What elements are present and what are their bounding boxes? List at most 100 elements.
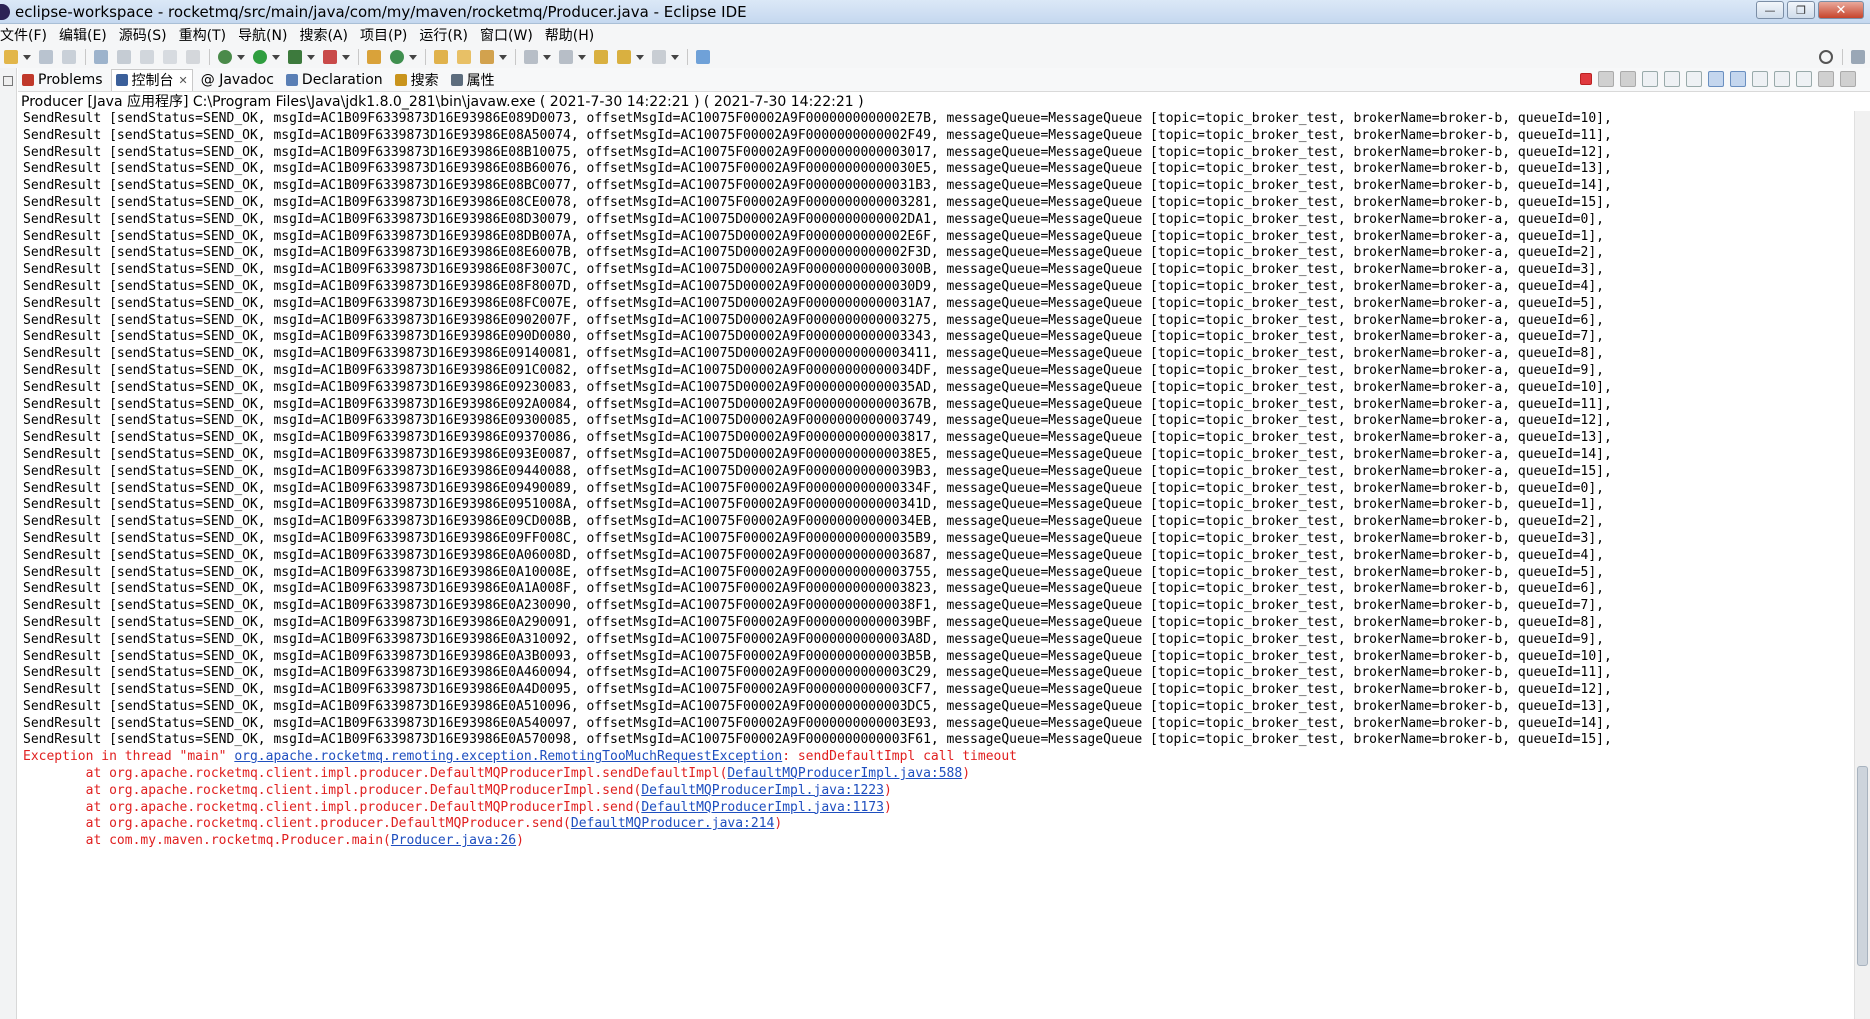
tab-javadoc[interactable]: @ Javadoc: [197, 69, 278, 91]
coverage-dropdown-icon[interactable]: [307, 54, 315, 60]
menu-bar: 文件(F) 编辑(E) 源码(S) 重构(T) 导航(N) 搜索(A) 项目(P…: [0, 24, 1870, 46]
menu-source[interactable]: 源码(S): [119, 25, 172, 45]
menu-help[interactable]: 帮助(H): [545, 25, 599, 45]
skip-breakpoints-icon[interactable]: [94, 50, 108, 64]
minimize-view-icon[interactable]: [1818, 71, 1834, 87]
tab-properties[interactable]: 属性: [447, 69, 499, 91]
console-scrollbar[interactable]: [1854, 111, 1870, 1019]
exception-prefix: Exception in thread "main": [23, 749, 235, 765]
word-wrap-icon[interactable]: [1686, 71, 1702, 87]
new-icon[interactable]: [4, 50, 18, 64]
save-all-icon[interactable]: [62, 50, 76, 64]
open-console-icon[interactable]: [1796, 71, 1812, 87]
console-line: SendResult [sendStatus=SEND_OK, msgId=AC…: [23, 665, 1612, 681]
show-console-stderr-icon[interactable]: [1730, 71, 1746, 87]
scrollbar-thumb[interactable]: [1857, 766, 1868, 966]
console-output[interactable]: SendResult [sendStatus=SEND_OK, msgId=AC…: [18, 111, 1854, 1019]
exception-line: Exception in thread "main" org.apache.ro…: [18, 749, 1854, 766]
open-type-icon[interactable]: [434, 50, 448, 64]
stack-frame: at org.apache.rocketmq.client.impl.produ…: [18, 800, 1854, 817]
new-class-icon[interactable]: [390, 50, 404, 64]
restore-icon[interactable]: [3, 76, 13, 86]
window-title-bar[interactable]: eclipse-workspace - rocketmq/src/main/ja…: [0, 0, 1870, 24]
search-tab-icon: [394, 73, 407, 86]
properties-icon: [450, 73, 463, 86]
previous-annotation-icon[interactable]: [559, 50, 573, 64]
previous-annotation-dropdown-icon[interactable]: [578, 54, 586, 60]
console-line: SendResult [sendStatus=SEND_OK, msgId=AC…: [23, 278, 1604, 294]
forward-dropdown-icon[interactable]: [671, 54, 679, 60]
maximize-button[interactable]: ❐: [1787, 1, 1815, 19]
run-icon[interactable]: [253, 50, 267, 64]
menu-refactor[interactable]: 重构(T): [179, 25, 231, 45]
show-console-stdout-icon[interactable]: [1708, 71, 1724, 87]
exception-class-link[interactable]: org.apache.rocketmq.remoting.exception.R…: [234, 749, 782, 764]
next-annotation-icon[interactable]: [524, 50, 538, 64]
stack-frame-link[interactable]: Producer.java:26: [391, 833, 516, 848]
console-line: SendResult [sendStatus=SEND_OK, msgId=AC…: [23, 614, 1604, 630]
run-dropdown-icon[interactable]: [272, 54, 280, 60]
new-java-project-icon[interactable]: [367, 50, 381, 64]
stack-frame-method: at com.my.maven.rocketmq.Producer.main(: [23, 833, 391, 849]
console-line: SendResult [sendStatus=SEND_OK, msgId=AC…: [23, 631, 1604, 647]
back-icon[interactable]: [617, 50, 631, 64]
block-selection-icon[interactable]: [163, 50, 177, 64]
close-button[interactable]: ✕: [1818, 1, 1864, 19]
save-icon[interactable]: [39, 50, 53, 64]
menu-navigate[interactable]: 导航(N): [238, 25, 292, 45]
remove-all-terminated-icon[interactable]: [1620, 71, 1636, 87]
mark-occurrences-icon[interactable]: [140, 50, 154, 64]
console-line: SendResult [sendStatus=SEND_OK, msgId=AC…: [23, 530, 1604, 546]
search-toolbar-icon[interactable]: [480, 50, 494, 64]
close-icon[interactable]: ✕: [179, 74, 188, 87]
remove-launch-icon[interactable]: [1598, 71, 1614, 87]
stack-frame-link[interactable]: DefaultMQProducer.java:214: [571, 816, 775, 831]
external-tools-dropdown-icon[interactable]: [342, 54, 350, 60]
window-controls: — ❐ ✕: [1756, 1, 1864, 19]
open-perspective-icon[interactable]: [1851, 50, 1865, 64]
coverage-icon[interactable]: [288, 50, 302, 64]
external-tools-icon[interactable]: [323, 50, 337, 64]
tab-problems[interactable]: Problems: [18, 69, 107, 91]
menu-file[interactable]: 文件(F): [0, 25, 52, 45]
debug-icon[interactable]: [218, 50, 232, 64]
stack-frame-link[interactable]: DefaultMQProducerImpl.java:588: [727, 766, 962, 781]
open-task-icon[interactable]: [457, 50, 471, 64]
console-line: SendResult [sendStatus=SEND_OK, msgId=AC…: [23, 413, 1612, 429]
stack-frame-link[interactable]: DefaultMQProducerImpl.java:1223: [641, 783, 884, 798]
debug-dropdown-icon[interactable]: [237, 54, 245, 60]
clear-console-icon[interactable]: [1642, 71, 1658, 87]
terminate-icon[interactable]: [1580, 73, 1592, 85]
problems-icon: [22, 73, 34, 86]
tab-declaration[interactable]: Declaration: [282, 69, 387, 91]
tab-search[interactable]: 搜索: [391, 69, 443, 91]
minimize-button[interactable]: —: [1756, 1, 1784, 19]
declaration-icon: [285, 73, 298, 86]
menu-run[interactable]: 运行(R): [419, 25, 473, 45]
toggle-comment-icon[interactable]: [117, 50, 131, 64]
new-class-dropdown-icon[interactable]: [409, 54, 417, 60]
menu-search[interactable]: 搜索(A): [299, 25, 353, 45]
tab-console[interactable]: 控制台 ✕: [110, 68, 193, 91]
menu-window[interactable]: 窗口(W): [480, 25, 538, 45]
last-edit-location-icon[interactable]: [594, 50, 608, 64]
menu-project[interactable]: 项目(P): [360, 25, 412, 45]
forward-icon[interactable]: [652, 50, 666, 64]
new-dropdown-icon[interactable]: [23, 54, 31, 60]
stack-frame-link[interactable]: DefaultMQProducerImpl.java:1173: [641, 800, 884, 815]
console-line: SendResult [sendStatus=SEND_OK, msgId=AC…: [23, 346, 1604, 362]
search-icon[interactable]: [1819, 50, 1833, 64]
display-selected-console-icon[interactable]: [1774, 71, 1790, 87]
console-line: SendResult [sendStatus=SEND_OK, msgId=AC…: [23, 430, 1612, 446]
menu-edit[interactable]: 编辑(E): [59, 25, 112, 45]
search-dropdown-icon[interactable]: [499, 54, 507, 60]
maximize-view-icon[interactable]: [1840, 71, 1856, 87]
show-whitespace-icon[interactable]: [186, 50, 200, 64]
pin-editor-icon[interactable]: [696, 50, 710, 64]
pin-console-icon[interactable]: [1752, 71, 1768, 87]
next-annotation-dropdown-icon[interactable]: [543, 54, 551, 60]
back-dropdown-icon[interactable]: [636, 54, 644, 60]
console-line: SendResult [sendStatus=SEND_OK, msgId=AC…: [23, 312, 1604, 328]
tab-javadoc-label: @ Javadoc: [200, 71, 274, 88]
scroll-lock-icon[interactable]: [1664, 71, 1680, 87]
